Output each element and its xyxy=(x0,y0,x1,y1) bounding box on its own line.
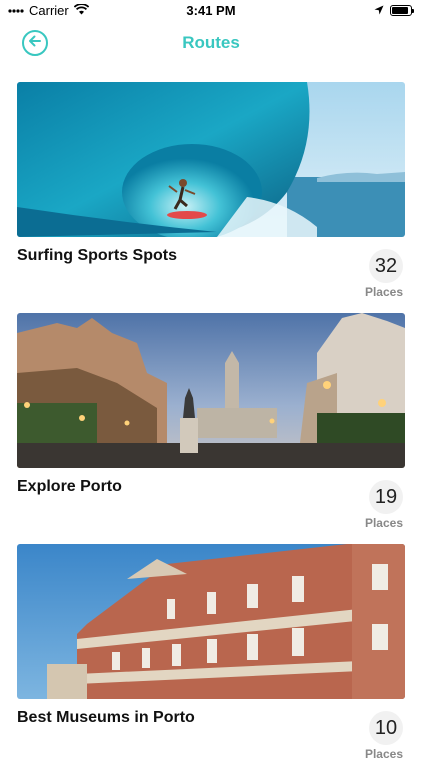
location-arrow-icon xyxy=(374,3,384,18)
places-label: Places xyxy=(364,747,403,761)
route-card[interactable]: Surfing Sports Spots 32 Places xyxy=(17,82,405,313)
battery-icon xyxy=(390,5,414,16)
surfer-wave-photo xyxy=(17,82,405,237)
places-count-badge: 32 xyxy=(369,249,403,283)
museum-building-photo xyxy=(17,544,405,699)
route-card[interactable]: Best Museums in Porto 10 Places xyxy=(17,544,405,775)
page-title: Routes xyxy=(182,33,240,52)
route-name: Surfing Sports Spots xyxy=(17,247,177,264)
route-card[interactable]: Explore Porto 19 Places xyxy=(17,313,405,544)
nav-bar: Routes xyxy=(0,22,422,66)
places-label: Places xyxy=(364,285,403,299)
porto-avenue-photo xyxy=(17,313,405,468)
battery-level xyxy=(392,7,408,14)
places-label: Places xyxy=(364,516,403,530)
places-count-badge: 10 xyxy=(369,711,403,745)
route-name: Explore Porto xyxy=(17,478,122,495)
status-time: 3:41 PM xyxy=(186,3,236,18)
places-count-badge: 19 xyxy=(369,480,403,514)
status-bar: Carrier 3:41 PM xyxy=(0,0,422,22)
route-name: Best Museums in Porto xyxy=(17,709,195,726)
routes-list: Surfing Sports Spots 32 Places Explore P… xyxy=(17,82,405,775)
